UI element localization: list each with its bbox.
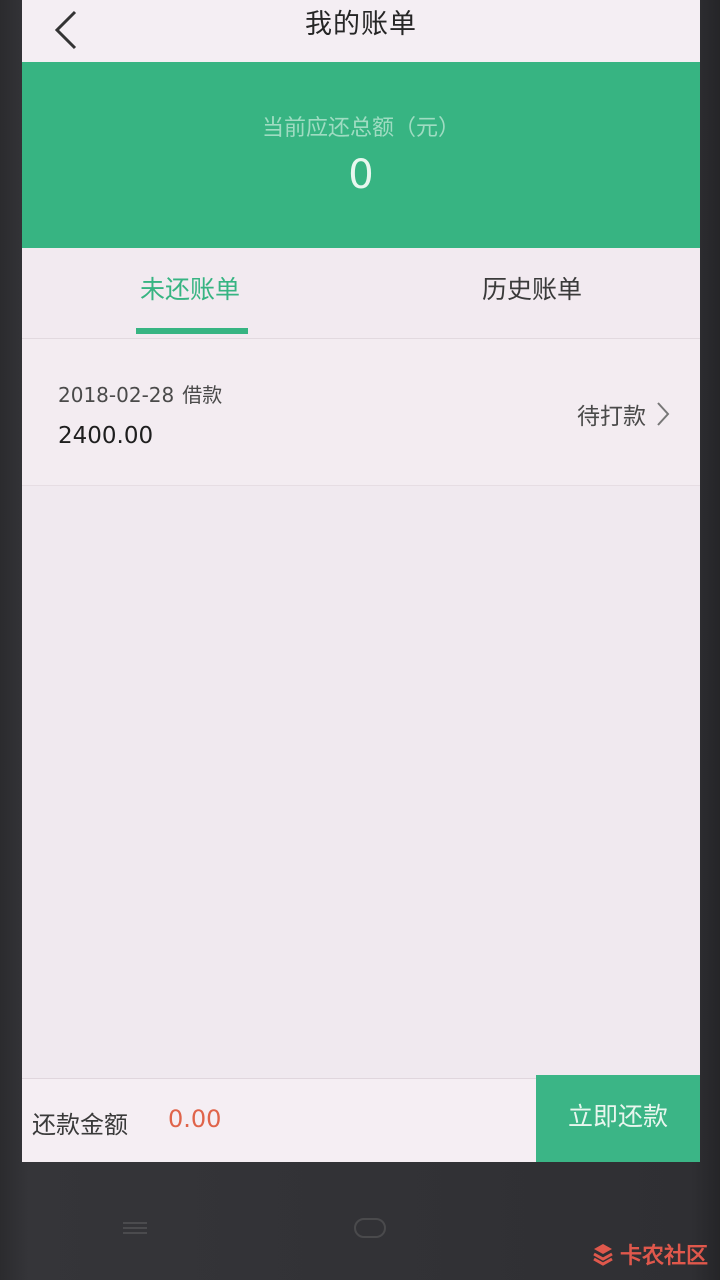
watermark-logo-icon <box>593 1244 613 1266</box>
bill-date: 2018-02-28 <box>58 383 175 407</box>
home-key-icon <box>354 1218 386 1238</box>
repay-bar: 还款金额 0.00 立即还款 <box>22 1075 700 1162</box>
list-empty-area <box>22 486 700 1080</box>
total-due-amount: 0 <box>348 152 374 198</box>
hardware-nav-keys: 卡农社区 <box>0 1180 720 1280</box>
bill-list-item[interactable]: 2018-02-28 借款 2400.00 待打款 <box>22 339 700 486</box>
bill-meta: 2018-02-28 借款 <box>58 379 222 408</box>
watermark-text: 卡农社区 <box>619 1244 708 1269</box>
repay-amount-label: 还款金额 <box>32 1111 128 1139</box>
nav-bar: 我的账单 <box>22 0 700 62</box>
tab-unpaid-bills[interactable]: 未还账单 <box>78 248 302 338</box>
active-tab-indicator <box>136 328 248 334</box>
page-title: 我的账单 <box>305 9 417 40</box>
bill-type: 借款 <box>182 383 223 407</box>
bill-status-label: 待打款 <box>577 404 646 430</box>
total-due-label: 当前应还总额（元） <box>261 116 460 141</box>
summary-panel: 当前应还总额（元） 0 <box>22 62 700 248</box>
bill-tabs: 未还账单 历史账单 <box>22 248 700 339</box>
chevron-right-icon <box>657 402 670 426</box>
tab-history-bills[interactable]: 历史账单 <box>422 248 642 338</box>
bill-status: 待打款 <box>577 397 670 431</box>
watermark: 卡农社区 <box>590 1238 708 1270</box>
repay-amount-value: 0.00 <box>168 1105 222 1133</box>
repay-now-button[interactable]: 立即还款 <box>536 1075 700 1162</box>
menu-key-icon <box>123 1222 147 1234</box>
app-screen: 我的账单 当前应还总额（元） 0 未还账单 历史账单 2018-02-28 借款 … <box>22 0 700 1162</box>
phone-frame: 我的账单 当前应还总额（元） 0 未还账单 历史账单 2018-02-28 借款 … <box>0 0 720 1280</box>
bill-amount: 2400.00 <box>58 423 154 449</box>
